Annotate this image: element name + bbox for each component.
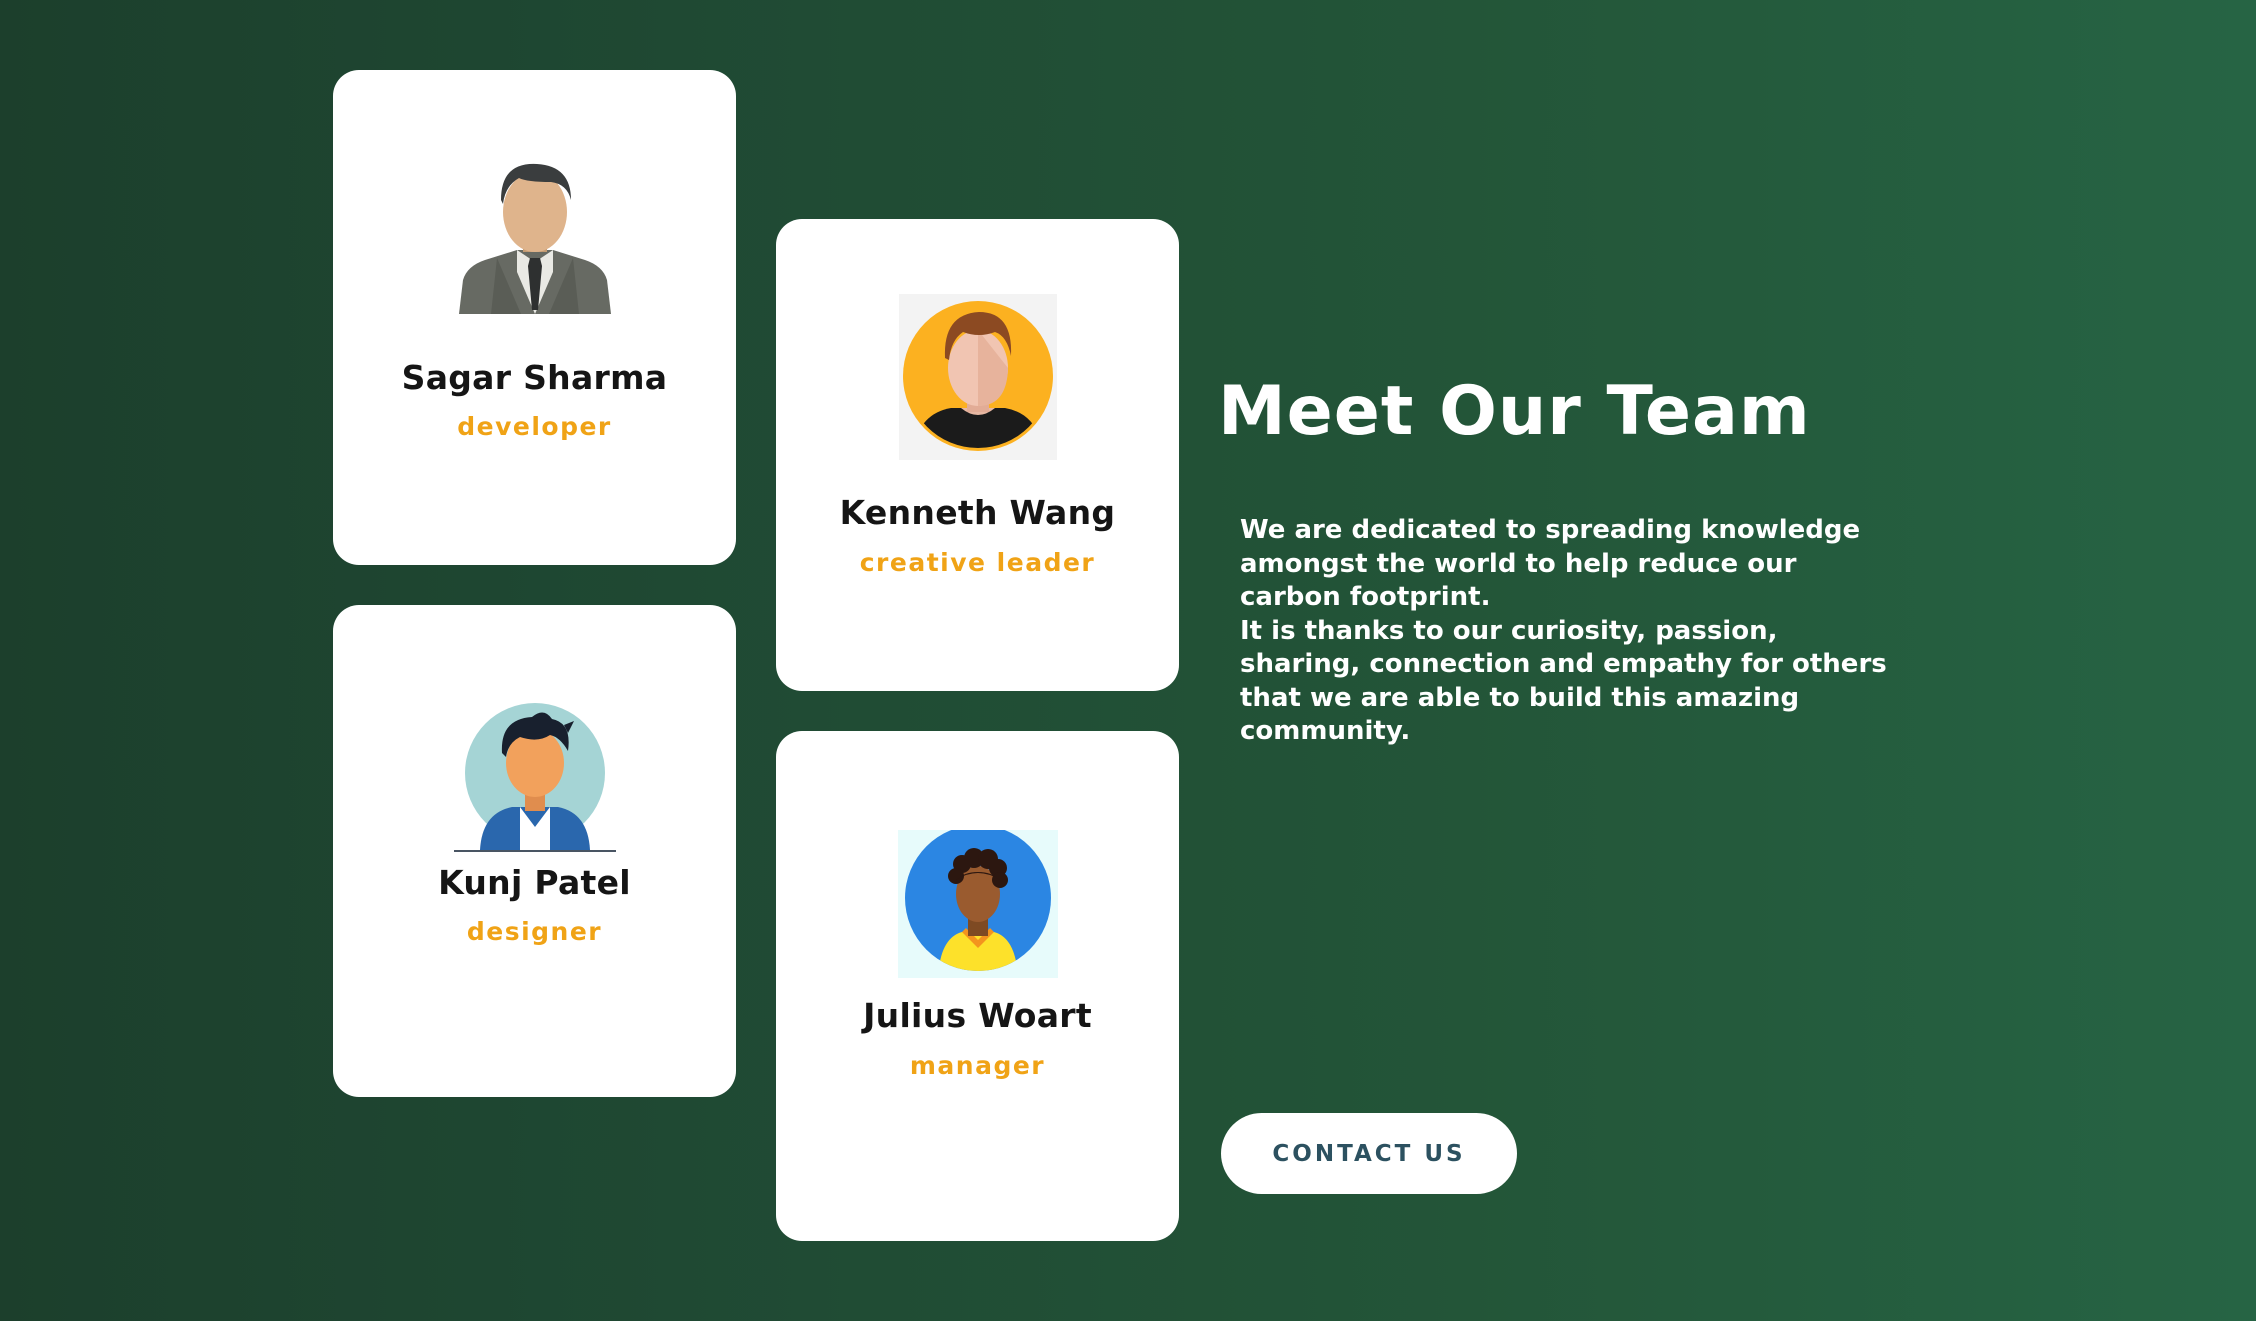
member-role: designer [466,917,603,946]
page-title: Meet Our Team [1218,372,1811,451]
team-card-sagar-sharma: Sagar Sharma developer [333,70,736,565]
member-name: Kunj Patel [438,863,631,902]
man-avatar-orange-icon [898,294,1057,460]
intro-text: We are dedicated to spreading knowledge … [1240,514,1900,749]
member-role: developer [457,412,612,441]
intro-paragraph: It is thanks to our curiosity, passion, … [1240,615,1887,747]
member-role: manager [909,1051,1046,1080]
member-name: Kenneth Wang [839,493,1116,532]
team-card-julius-woart: Julius Woart manager [776,731,1179,1241]
man-avatar-blue-icon [897,830,1058,978]
member-role: creative leader [859,548,1096,577]
boy-avatar-icon [453,703,616,853]
businessman-avatar-icon [457,154,613,314]
contact-us-button[interactable]: CONTACT US [1221,1113,1517,1194]
member-name: Sagar Sharma [401,358,668,397]
team-card-kunj-patel: Kunj Patel designer [333,605,736,1097]
intro-paragraph: We are dedicated to spreading knowledge … [1240,515,1861,612]
member-name: Julius Woart [863,996,1092,1035]
team-card-kenneth-wang: Kenneth Wang creative leader [776,219,1179,691]
